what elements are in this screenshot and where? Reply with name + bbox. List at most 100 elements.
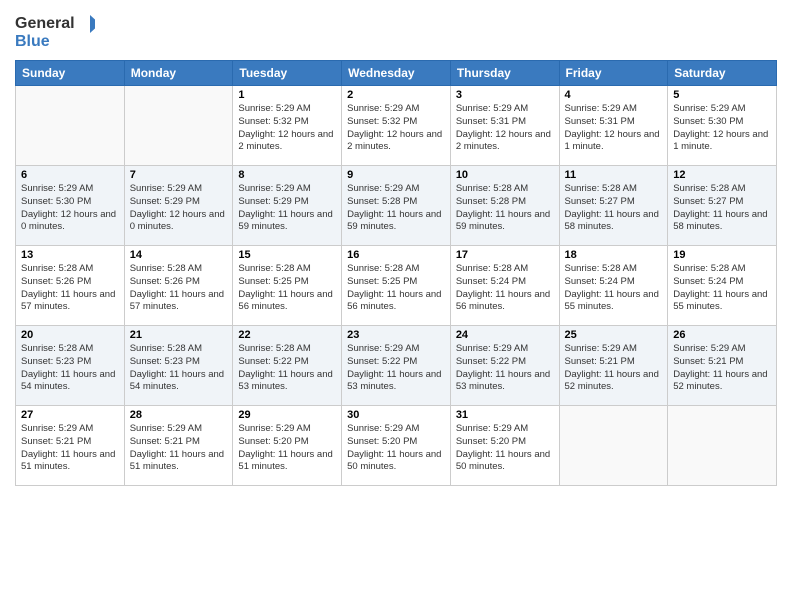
day-cell: 31 Sunrise: 5:29 AM Sunset: 5:20 PM Dayli… — [450, 406, 559, 486]
day-number: 11 — [565, 169, 663, 181]
day-cell — [16, 86, 125, 166]
day-info: Sunrise: 5:28 AM Sunset: 5:24 PM Dayligh… — [565, 263, 663, 314]
day-cell: 7 Sunrise: 5:29 AM Sunset: 5:29 PM Daylig… — [124, 166, 233, 246]
svg-text:General: General — [15, 15, 75, 32]
day-number: 29 — [238, 409, 336, 421]
day-cell: 16 Sunrise: 5:28 AM Sunset: 5:25 PM Dayli… — [342, 246, 451, 326]
day-number: 21 — [130, 329, 228, 341]
logo: General Blue — [15, 10, 95, 52]
day-info: Sunrise: 5:29 AM Sunset: 5:20 PM Dayligh… — [347, 423, 445, 474]
day-cell: 1 Sunrise: 5:29 AM Sunset: 5:32 PM Daylig… — [233, 86, 342, 166]
day-cell: 10 Sunrise: 5:28 AM Sunset: 5:28 PM Dayli… — [450, 166, 559, 246]
day-info: Sunrise: 5:28 AM Sunset: 5:25 PM Dayligh… — [238, 263, 336, 314]
day-cell: 2Sunrise: 5:29 AM Sunset: 5:32 PM Daylig… — [342, 86, 451, 166]
day-cell: 8 Sunrise: 5:29 AM Sunset: 5:29 PM Daylig… — [233, 166, 342, 246]
day-cell: 26 Sunrise: 5:29 AM Sunset: 5:21 PM Dayli… — [668, 326, 777, 406]
day-info: Sunrise: 5:28 AM Sunset: 5:23 PM Dayligh… — [21, 343, 119, 394]
day-header-monday: Monday — [124, 61, 233, 86]
day-info: Sunrise: 5:28 AM Sunset: 5:22 PM Dayligh… — [238, 343, 336, 394]
day-info: Sunrise: 5:29 AM Sunset: 5:20 PM Dayligh… — [456, 423, 554, 474]
day-cell: 23Sunrise: 5:29 AM Sunset: 5:22 PM Dayli… — [342, 326, 451, 406]
day-cell: 15 Sunrise: 5:28 AM Sunset: 5:25 PM Dayli… — [233, 246, 342, 326]
day-info: Sunrise: 5:28 AM Sunset: 5:26 PM Dayligh… — [21, 263, 119, 314]
day-number: 25 — [565, 329, 663, 341]
day-number: 30 — [347, 409, 445, 421]
day-header-sunday: Sunday — [16, 61, 125, 86]
day-cell: 14 Sunrise: 5:28 AM Sunset: 5:26 PM Dayli… — [124, 246, 233, 326]
day-cell: 17 Sunrise: 5:28 AM Sunset: 5:24 PM Dayli… — [450, 246, 559, 326]
day-info: Sunrise: 5:29 AM Sunset: 5:22 PM Dayligh… — [456, 343, 554, 394]
day-number: 13 — [21, 249, 119, 261]
day-header-saturday: Saturday — [668, 61, 777, 86]
day-number: 1 — [238, 89, 336, 101]
day-number: 26 — [673, 329, 771, 341]
day-info: Sunrise: 5:28 AM Sunset: 5:27 PM Dayligh… — [673, 183, 771, 234]
day-number: 9 — [347, 169, 445, 181]
day-number: 10 — [456, 169, 554, 181]
day-cell: 22 Sunrise: 5:28 AM Sunset: 5:22 PM Dayli… — [233, 326, 342, 406]
day-cell: 20Sunrise: 5:28 AM Sunset: 5:23 PM Dayli… — [16, 326, 125, 406]
day-number: 17 — [456, 249, 554, 261]
day-header-thursday: Thursday — [450, 61, 559, 86]
day-info: Sunrise: 5:29 AM Sunset: 5:28 PM Dayligh… — [347, 183, 445, 234]
day-header-wednesday: Wednesday — [342, 61, 451, 86]
day-info: Sunrise: 5:29 AM Sunset: 5:20 PM Dayligh… — [238, 423, 336, 474]
day-info: Sunrise: 5:29 AM Sunset: 5:31 PM Dayligh… — [456, 103, 554, 154]
day-info: Sunrise: 5:29 AM Sunset: 5:21 PM Dayligh… — [673, 343, 771, 394]
day-number: 24 — [456, 329, 554, 341]
day-number: 27 — [21, 409, 119, 421]
week-row-5: 27 Sunrise: 5:29 AM Sunset: 5:21 PM Dayli… — [16, 406, 777, 486]
day-cell: 9 Sunrise: 5:29 AM Sunset: 5:28 PM Daylig… — [342, 166, 451, 246]
day-header-friday: Friday — [559, 61, 668, 86]
day-cell — [668, 406, 777, 486]
day-info: Sunrise: 5:28 AM Sunset: 5:28 PM Dayligh… — [456, 183, 554, 234]
day-info: Sunrise: 5:28 AM Sunset: 5:26 PM Dayligh… — [130, 263, 228, 314]
day-cell: 25 Sunrise: 5:29 AM Sunset: 5:21 PM Dayli… — [559, 326, 668, 406]
day-cell: 3 Sunrise: 5:29 AM Sunset: 5:31 PM Daylig… — [450, 86, 559, 166]
day-cell: 30 Sunrise: 5:29 AM Sunset: 5:20 PM Dayli… — [342, 406, 451, 486]
day-info: Sunrise: 5:28 AM Sunset: 5:25 PM Dayligh… — [347, 263, 445, 314]
day-number: 8 — [238, 169, 336, 181]
day-number: 6 — [21, 169, 119, 181]
day-info: Sunrise: 5:29 AM Sunset: 5:30 PM Dayligh… — [21, 183, 119, 234]
week-row-1: 1 Sunrise: 5:29 AM Sunset: 5:32 PM Daylig… — [16, 86, 777, 166]
page: General Blue SundayMondayTuesdayWednesda… — [0, 0, 792, 612]
day-number: 16 — [347, 249, 445, 261]
day-cell: 4 Sunrise: 5:29 AM Sunset: 5:31 PM Daylig… — [559, 86, 668, 166]
day-number: 12 — [673, 169, 771, 181]
day-info: Sunrise: 5:29 AM Sunset: 5:29 PM Dayligh… — [130, 183, 228, 234]
day-cell — [559, 406, 668, 486]
day-number: 18 — [565, 249, 663, 261]
svg-text:Blue: Blue — [15, 33, 50, 50]
day-number: 5 — [673, 89, 771, 101]
day-cell: 19Sunrise: 5:28 AM Sunset: 5:24 PM Dayli… — [668, 246, 777, 326]
day-cell — [124, 86, 233, 166]
day-number: 3 — [456, 89, 554, 101]
day-cell: 27Sunrise: 5:29 AM Sunset: 5:21 PM Dayli… — [16, 406, 125, 486]
logo-svg: General Blue — [15, 10, 95, 52]
day-number: 15 — [238, 249, 336, 261]
day-cell: 13 Sunrise: 5:28 AM Sunset: 5:26 PM Dayli… — [16, 246, 125, 326]
week-row-4: 20Sunrise: 5:28 AM Sunset: 5:23 PM Dayli… — [16, 326, 777, 406]
day-number: 7 — [130, 169, 228, 181]
day-number: 4 — [565, 89, 663, 101]
day-number: 28 — [130, 409, 228, 421]
day-info: Sunrise: 5:29 AM Sunset: 5:21 PM Dayligh… — [130, 423, 228, 474]
day-cell: 28 Sunrise: 5:29 AM Sunset: 5:21 PM Dayli… — [124, 406, 233, 486]
day-info: Sunrise: 5:29 AM Sunset: 5:29 PM Dayligh… — [238, 183, 336, 234]
day-number: 31 — [456, 409, 554, 421]
day-number: 22 — [238, 329, 336, 341]
day-info: Sunrise: 5:29 AM Sunset: 5:30 PM Dayligh… — [673, 103, 771, 154]
day-info: Sunrise: 5:29 AM Sunset: 5:22 PM Dayligh… — [347, 343, 445, 394]
day-cell: 5 Sunrise: 5:29 AM Sunset: 5:30 PM Daylig… — [668, 86, 777, 166]
day-cell: 21Sunrise: 5:28 AM Sunset: 5:23 PM Dayli… — [124, 326, 233, 406]
day-info: Sunrise: 5:29 AM Sunset: 5:31 PM Dayligh… — [565, 103, 663, 154]
day-info: Sunrise: 5:28 AM Sunset: 5:24 PM Dayligh… — [456, 263, 554, 314]
day-number: 2 — [347, 89, 445, 101]
day-number: 14 — [130, 249, 228, 261]
day-info: Sunrise: 5:29 AM Sunset: 5:32 PM Dayligh… — [238, 103, 336, 154]
calendar-table: SundayMondayTuesdayWednesdayThursdayFrid… — [15, 60, 777, 486]
day-cell: 29 Sunrise: 5:29 AM Sunset: 5:20 PM Dayli… — [233, 406, 342, 486]
day-cell: 24 Sunrise: 5:29 AM Sunset: 5:22 PM Dayli… — [450, 326, 559, 406]
day-info: Sunrise: 5:29 AM Sunset: 5:21 PM Dayligh… — [565, 343, 663, 394]
